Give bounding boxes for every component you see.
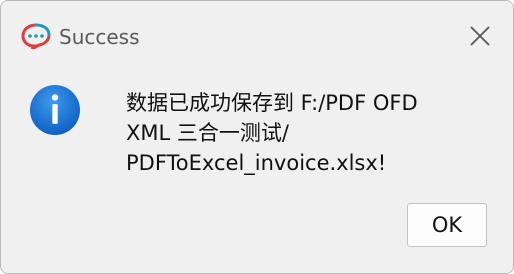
info-icon [30,85,80,135]
ok-button[interactable]: OK [407,203,487,247]
window-title: Success [59,25,140,49]
dialog-message: 数据已成功保存到 F:/PDF OFD XML 三合一测试/ PDFToExce… [126,91,418,175]
title-bar[interactable]: Success [1,1,513,73]
success-dialog: Success 数据已成功保存到 F:/PDF OFD XML 三合一测试/ P… [0,0,514,274]
close-button[interactable] [463,19,497,53]
chat-bubble-icon [21,23,51,49]
close-icon [470,26,490,46]
